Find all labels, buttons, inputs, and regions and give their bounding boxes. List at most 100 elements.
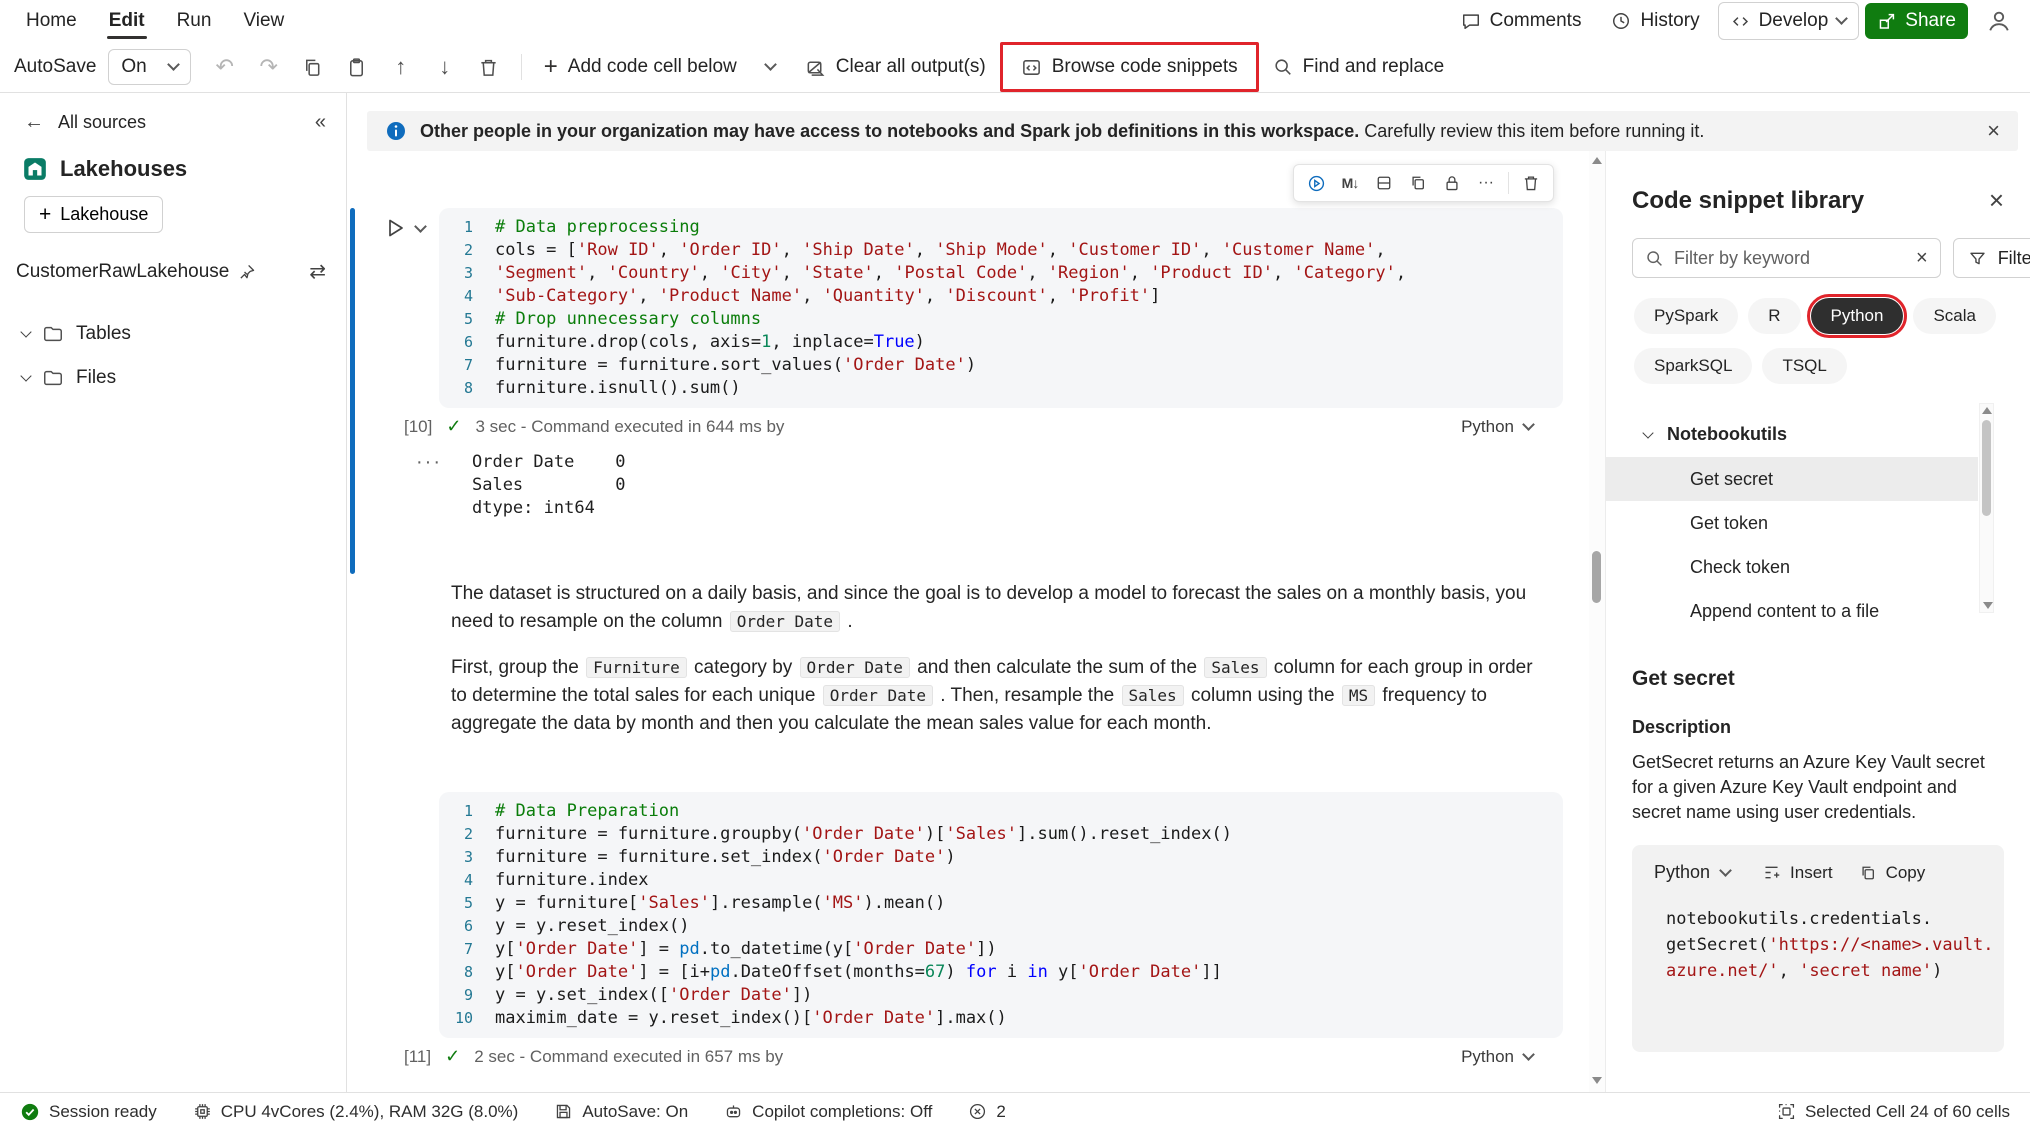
autosave-status[interactable]: AutoSave: On (554, 1102, 688, 1122)
menu-edit[interactable]: Edit (93, 3, 161, 39)
comments-button[interactable]: Comments (1449, 3, 1594, 39)
code-line: 7y['Order Date'] = pd.to_datetime(y['Ord… (439, 938, 1563, 961)
duplicate-cell-icon[interactable] (1402, 168, 1434, 198)
snippet-search-input[interactable] (1674, 248, 1906, 269)
copy-icon (1859, 864, 1877, 882)
toolbar-divider (521, 54, 522, 80)
pin-icon[interactable] (238, 263, 256, 281)
panel-title: Code snippet library (1632, 187, 1864, 215)
banner-close-icon[interactable]: × (1987, 118, 2000, 144)
code-line: 4'Sub-Category', 'Product Name', 'Quanti… (439, 285, 1563, 308)
scroll-up-icon[interactable] (1592, 157, 1602, 164)
snippet-item[interactable]: Get token (1606, 501, 1978, 545)
plus-icon: + (39, 204, 51, 225)
switch-lakehouse-icon[interactable]: ⇄ (309, 259, 326, 284)
copy-icon[interactable] (293, 48, 333, 86)
insert-button[interactable]: Insert (1762, 863, 1833, 883)
chip-r[interactable]: R (1748, 298, 1800, 334)
autosave-label: AutoSave (14, 56, 96, 78)
copy-label: Copy (1886, 863, 1926, 883)
history-button[interactable]: History (1599, 3, 1711, 39)
scroll-down-icon[interactable] (1983, 602, 1993, 609)
delete-icon[interactable] (469, 48, 509, 86)
lakehouse-item[interactable]: CustomerRawLakehouse ⇄ (0, 233, 346, 294)
add-cell-dropdown-icon[interactable] (751, 48, 791, 86)
run-cell-button[interactable] (383, 216, 407, 240)
convert-to-markdown-icon[interactable]: M↓ (1334, 168, 1366, 198)
split-cell-icon[interactable] (1368, 168, 1400, 198)
chip-python[interactable]: Python (1811, 298, 1904, 334)
cell-language-selector[interactable]: Python (1461, 1047, 1533, 1067)
snippet-item[interactable]: Check token (1606, 545, 1978, 589)
clear-search-icon[interactable]: × (1916, 247, 1928, 270)
add-code-cell-button[interactable]: + Add code cell below (534, 47, 747, 87)
collapse-sidebar-icon[interactable]: « (315, 111, 326, 134)
copilot-status[interactable]: Copilot completions: Off (724, 1102, 932, 1122)
find-replace-button[interactable]: Find and replace (1263, 48, 1455, 86)
menu-home[interactable]: Home (10, 3, 93, 39)
execution-status: 3 sec - Command executed in 644 ms by (475, 417, 784, 437)
browse-snippets-label: Browse code snippets (1052, 56, 1238, 78)
description-text: GetSecret returns an Azure Key Vault sec… (1632, 750, 2004, 825)
scroll-up-icon[interactable] (1982, 407, 1992, 414)
undo-icon[interactable]: ↶ (205, 48, 245, 86)
menu-items: Home Edit Run View (10, 3, 300, 39)
develop-button[interactable]: Develop (1718, 2, 1860, 40)
chip-pyspark[interactable]: PySpark (1634, 298, 1738, 334)
chip-sparksql[interactable]: SparkSQL (1634, 348, 1752, 384)
snippet-item[interactable]: Get secret (1606, 457, 1978, 501)
lakehouse-sidebar: ← All sources « Lakehouses + Lakehouse C… (0, 93, 347, 1092)
group-label: Notebookutils (1667, 424, 1787, 445)
delete-cell-icon[interactable] (1515, 168, 1547, 198)
banner-bold-text: Other people in your organization may ha… (420, 121, 1359, 141)
browse-snippets-button[interactable]: Browse code snippets (1011, 48, 1248, 86)
cell-language-selector[interactable]: Python (1461, 417, 1533, 437)
filter-button[interactable]: Filter (1953, 238, 2030, 278)
cpu-icon (193, 1102, 212, 1121)
autosave-toggle[interactable]: On (108, 49, 190, 85)
paste-icon[interactable] (337, 48, 377, 86)
account-avatar[interactable] (1982, 4, 2016, 38)
snippet-list-scrollbar[interactable] (1979, 403, 1994, 613)
panel-close-icon[interactable]: × (1989, 185, 2004, 216)
move-down-icon[interactable]: ↓ (425, 48, 465, 86)
code-editor[interactable]: 1# Data Preparation2furniture = furnitur… (439, 792, 1563, 1038)
snippet-item[interactable]: Append content to a file (1606, 589, 1978, 633)
back-arrow-icon[interactable]: ← (24, 111, 44, 134)
save-icon (554, 1102, 573, 1121)
banner-text: Other people in your organization may ha… (420, 121, 1704, 142)
cell-toolbar: M↓ ··· (1293, 164, 1554, 202)
add-lakehouse-button[interactable]: + Lakehouse (24, 196, 163, 233)
output-more-icon[interactable]: ··· (416, 451, 442, 520)
sidebar-item-tables[interactable]: Tables (0, 312, 346, 356)
menu-view[interactable]: View (227, 3, 300, 39)
search-icon (1273, 57, 1293, 77)
chip-tsql[interactable]: TSQL (1762, 348, 1846, 384)
code-editor[interactable]: M↓ ··· (439, 208, 1563, 408)
error-count-value: 2 (996, 1102, 1005, 1122)
snippet-language-selector[interactable]: Python (1648, 857, 1736, 888)
snippet-group-notebookutils[interactable]: Notebookutils (1644, 424, 2004, 445)
run-cell-icon[interactable] (1300, 168, 1332, 198)
run-options-icon[interactable] (414, 220, 427, 233)
move-up-icon[interactable]: ↑ (381, 48, 421, 86)
chip-scala[interactable]: Scala (1913, 298, 1996, 334)
share-button[interactable]: Share (1865, 3, 1968, 39)
success-check-icon: ✓ (445, 1046, 460, 1067)
code-line: 2furniture = furniture.groupby('Order Da… (439, 823, 1563, 846)
notebook-scrollbar[interactable] (1589, 151, 1605, 1092)
lock-cell-icon[interactable] (1436, 168, 1468, 198)
copy-button[interactable]: Copy (1859, 863, 1926, 883)
scrollbar-thumb[interactable] (1982, 420, 1991, 516)
sidebar-item-files[interactable]: Files (0, 356, 346, 400)
redo-icon[interactable]: ↷ (249, 48, 289, 86)
scroll-down-icon[interactable] (1592, 1077, 1602, 1084)
menu-run[interactable]: Run (161, 3, 228, 39)
clear-outputs-button[interactable]: Clear all output(s) (795, 48, 996, 86)
scrollbar-thumb[interactable] (1592, 551, 1601, 603)
more-commands-icon[interactable]: ··· (1470, 168, 1502, 198)
code-line: 10maximim_date = y.reset_index()['Order … (439, 1007, 1563, 1030)
statusbar: Session ready CPU 4vCores (2.4%), RAM 32… (0, 1092, 2030, 1130)
error-count[interactable]: 2 (968, 1102, 1005, 1122)
code-line: 3furniture = furniture.set_index('Order … (439, 846, 1563, 869)
